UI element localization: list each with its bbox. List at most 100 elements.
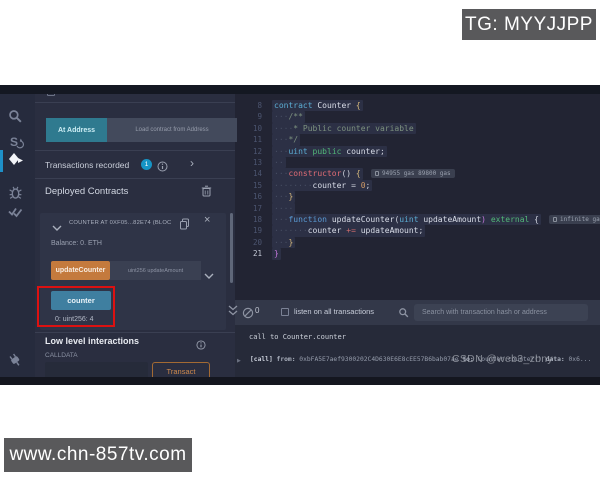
- top-crop-band: [0, 85, 600, 94]
- deploy-run-icon[interactable]: [8, 152, 24, 168]
- divider: [35, 178, 235, 179]
- divider: [35, 150, 235, 151]
- telegram-badge: TG: MYYJJPP: [462, 9, 596, 40]
- line-number: 9: [235, 111, 262, 122]
- line-number: 21: [235, 248, 262, 259]
- code-line: 21}: [235, 248, 600, 259]
- code-text: ····: [272, 203, 295, 214]
- line-number: 19: [235, 225, 262, 236]
- update-counter-button[interactable]: updateCounter: [51, 261, 110, 280]
- code-line: 15 ········counter = 0;: [235, 180, 600, 191]
- close-icon[interactable]: ×: [204, 214, 210, 226]
- line-number: 15: [235, 180, 262, 191]
- calldata-label: CALLDATA: [45, 352, 78, 359]
- gas-icon: [375, 171, 379, 176]
- csdn-watermark: CSDN @web3_zbny: [452, 353, 553, 365]
- search-icon: [398, 306, 410, 324]
- code-text: contract Counter {: [272, 100, 363, 111]
- contract-instance-title: COUNTER AT 0XF05...82E74 (BLOC: [69, 220, 171, 226]
- listen-transactions-checkbox[interactable]: [281, 308, 289, 316]
- screenshot-canvas: TG: MYYJJPP www.chn-857tv.com S: [0, 0, 600, 480]
- code-text: ···}: [272, 191, 295, 202]
- trash-icon[interactable]: [201, 184, 212, 202]
- website-badge: www.chn-857tv.com: [4, 438, 192, 472]
- code-line: 17 ····: [235, 203, 600, 214]
- code-line: 13 ··: [235, 157, 600, 168]
- code-text: ···function updateCounter(uint updateAmo…: [272, 214, 541, 225]
- chevron-right-icon[interactable]: ›: [190, 156, 194, 170]
- code-text: }: [272, 248, 281, 259]
- code-line: 19 ·······counter += updateAmount;: [235, 225, 600, 236]
- code-text: ···uint public counter;: [272, 146, 387, 157]
- active-plugin-indicator: [0, 150, 3, 172]
- transactions-count-badge: 1: [141, 159, 152, 170]
- code-line: 18 ···function updateCounter(uint updateA…: [235, 214, 600, 225]
- at-address-button[interactable]: At Address: [46, 118, 107, 142]
- chevron-down-icon[interactable]: [52, 219, 62, 237]
- solidity-compiler-icon[interactable]: S: [8, 134, 24, 150]
- code-line: 16 ···}: [235, 191, 600, 202]
- gas-estimate-badge: infinite gas: [549, 215, 600, 224]
- line-number: 18: [235, 214, 262, 225]
- double-chevron-down-icon[interactable]: [228, 304, 238, 322]
- code-editor[interactable]: 8 contract Counter { 9 ···/** 10 ····* Public…: [235, 94, 600, 300]
- line-number: 11: [235, 134, 262, 145]
- code-line: 10 ····* Public counter variable: [235, 123, 600, 134]
- code-text: ·······counter += updateAmount;: [272, 225, 425, 236]
- code-text: ··: [272, 157, 286, 168]
- code-text: ···constructor() {: [272, 168, 363, 179]
- listen-transactions-label: listen on all transactions: [294, 307, 374, 316]
- info-icon[interactable]: [157, 159, 168, 177]
- code-line: 11 ···*/: [235, 134, 600, 145]
- line-number: 13: [235, 157, 262, 168]
- code-text: ···/**: [272, 111, 305, 122]
- clear-console-icon[interactable]: [242, 306, 254, 324]
- gas-estimate-badge: 94955 gas 89800 gas: [371, 169, 455, 178]
- update-amount-input[interactable]: uint256 updateAmount: [110, 261, 201, 280]
- chevron-down-icon[interactable]: [204, 267, 214, 285]
- line-number: 16: [235, 191, 262, 202]
- activity-bar: S: [0, 85, 35, 385]
- code-line: 9 ···/**: [235, 111, 600, 122]
- bottom-crop-band: [0, 377, 600, 385]
- balance-label: Balance: 0. ETH: [51, 240, 102, 247]
- deploy-run-panel: Publish to IPFS At Address Load contract…: [35, 85, 235, 385]
- info-icon[interactable]: [196, 337, 206, 355]
- code-text: ···*/: [272, 134, 300, 145]
- line-number: 10: [235, 123, 262, 134]
- copy-icon[interactable]: [179, 217, 190, 235]
- code-text: ····* Public counter variable: [272, 123, 416, 134]
- unit-testing-icon[interactable]: [8, 204, 24, 220]
- divider: [35, 102, 235, 103]
- terminal-count: 0: [255, 306, 259, 315]
- search-icon[interactable]: [8, 109, 24, 125]
- code-line: 14 ···constructor() { 94955 gas 89800 gas: [235, 168, 600, 179]
- deployed-contracts-title: Deployed Contracts: [45, 186, 128, 197]
- terminal-log-header: call to Counter.counter: [249, 333, 346, 341]
- line-number: 20: [235, 237, 262, 248]
- terminal-toolbar: 0 listen on all transactions Search with…: [235, 300, 600, 325]
- code-text: ········counter = 0;: [272, 180, 372, 191]
- svg-text:S: S: [10, 135, 18, 149]
- at-address-input[interactable]: Load contract from Address: [107, 118, 237, 142]
- code-line: 20 ···}: [235, 237, 600, 248]
- transactions-recorded-label: Transactions recorded: [45, 160, 129, 170]
- debugger-icon[interactable]: [8, 185, 24, 201]
- low-level-interactions-title: Low level interactions: [45, 336, 139, 346]
- code-text: ···}: [272, 237, 295, 248]
- line-number: 14: [235, 168, 262, 179]
- annotation-red-rectangle: [37, 286, 115, 327]
- code-line: 12 ···uint public counter;: [235, 146, 600, 157]
- panel-scrollbar[interactable]: [230, 213, 233, 283]
- log-expand-caret[interactable]: ▶: [237, 358, 241, 364]
- line-number: 17: [235, 203, 262, 214]
- line-number: 12: [235, 146, 262, 157]
- line-number: 8: [235, 100, 262, 111]
- plugin-icon[interactable]: [8, 353, 24, 369]
- code-line: 8 contract Counter {: [235, 100, 600, 111]
- terminal-search-input[interactable]: Search with transaction hash or address: [414, 304, 588, 321]
- gas-icon: [553, 217, 557, 222]
- terminal-log[interactable]: call to Counter.counter ▶ [call] from: 0…: [235, 325, 600, 377]
- remix-ide-window: S Publish to IPFS At Address Load contra…: [0, 85, 600, 385]
- divider: [35, 332, 235, 333]
